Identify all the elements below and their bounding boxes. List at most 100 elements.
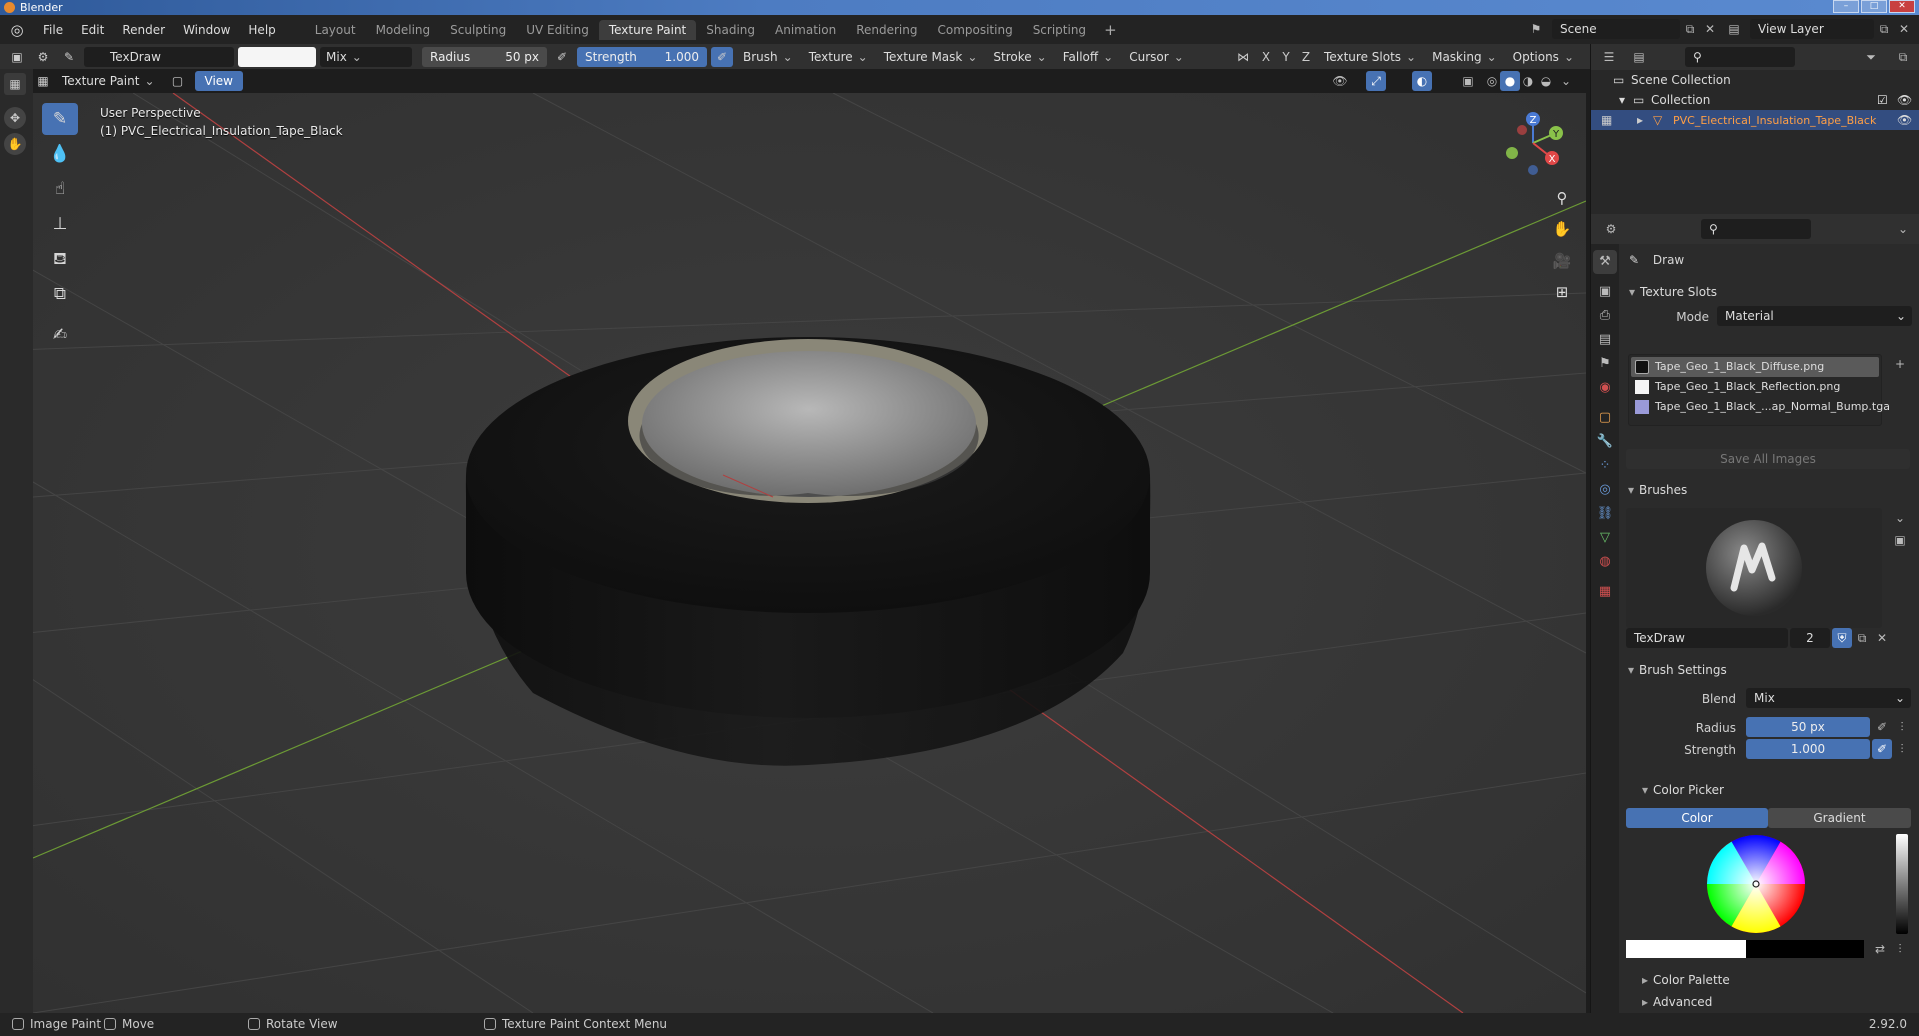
blend-dropdown[interactable]: Mix — [320, 46, 412, 67]
symmetry-icon[interactable]: ⋈ — [1232, 47, 1254, 67]
tab-modeling[interactable]: Modeling — [366, 20, 441, 40]
tab-sculpting[interactable]: Sculpting — [440, 20, 516, 40]
material-tab-icon[interactable]: ◍ — [1593, 550, 1617, 574]
delete-view-layer-icon[interactable]: ✕ — [1894, 19, 1914, 39]
menu-file[interactable]: File — [34, 23, 72, 37]
mask-tool-icon[interactable]: ⧉ — [42, 278, 78, 310]
brush-settings-panel[interactable]: Brush Settings — [1622, 658, 1915, 682]
visibility-eye-icon[interactable]: 👁 — [1897, 110, 1912, 130]
brush-menu[interactable]: Brush — [737, 47, 799, 67]
fake-user-shield-icon[interactable]: ⛨ — [1832, 628, 1852, 648]
masking-menu[interactable]: Masking — [1426, 47, 1503, 67]
brush-name-field[interactable]: TexDraw — [84, 46, 234, 67]
new-collection-icon[interactable]: ⧉ — [1893, 47, 1913, 67]
slot-mode-dropdown[interactable]: Material ⌄ — [1717, 306, 1912, 326]
outliner-search-field[interactable]: ⚲ — [1685, 47, 1795, 67]
view-layer-tab-icon[interactable]: ▤ — [1593, 328, 1617, 352]
falloff-menu[interactable]: Falloff — [1057, 47, 1120, 67]
strength-pressure-icon[interactable]: ✐ — [1872, 739, 1892, 759]
properties-options-icon[interactable]: ⌄ — [1893, 219, 1913, 239]
stroke-menu[interactable]: Stroke — [987, 47, 1052, 67]
properties-editor-icon[interactable]: ⚙ — [1601, 219, 1621, 239]
render-tab-icon[interactable]: ▣ — [1593, 280, 1617, 304]
tab-scripting[interactable]: Scripting — [1023, 20, 1096, 40]
exclude-checkbox-icon[interactable]: ☑ — [1877, 90, 1888, 110]
collection-row[interactable]: ▾ ▭ Collection ☑ 👁 — [1591, 90, 1919, 110]
radius-slider[interactable]: Radius 50 px — [422, 46, 547, 67]
pan-icon[interactable]: ✋ — [1549, 216, 1575, 242]
perspective-toggle-icon[interactable]: ⊞ — [1549, 279, 1575, 305]
object-tab-icon[interactable]: ▢ — [1593, 406, 1617, 430]
particles-tab-icon[interactable]: ⁘ — [1593, 454, 1617, 478]
tab-texture-paint[interactable]: Texture Paint — [598, 19, 697, 40]
brush-color-swatch[interactable] — [238, 46, 316, 67]
axis-z-toggle[interactable]: Z — [1298, 47, 1314, 67]
value-slider[interactable] — [1896, 834, 1908, 934]
editor-type-icon[interactable]: ▣ — [6, 47, 28, 67]
texture-mask-menu[interactable]: Texture Mask — [878, 47, 984, 67]
close-button[interactable]: ✕ — [1889, 0, 1915, 13]
color-palette-panel[interactable]: Color Palette — [1636, 968, 1919, 992]
navigation-gizmo[interactable]: Z Y X — [1496, 106, 1570, 180]
physics-tab-icon[interactable]: ◎ — [1593, 478, 1617, 502]
soften-tool-icon[interactable]: 💧 — [42, 138, 78, 170]
tab-animation[interactable]: Animation — [765, 20, 846, 40]
tab-layout[interactable]: Layout — [305, 20, 366, 40]
smear-tool-icon[interactable]: ☝ — [42, 173, 78, 205]
visibility-eye-icon[interactable]: 👁 — [1897, 90, 1912, 110]
brush-preview[interactable] — [1626, 508, 1882, 628]
tape-roll[interactable] — [465, 337, 1151, 766]
object-row[interactable]: ▦ ▸ ▽ PVC_Electrical_Insulation_Tape_Bla… — [1591, 110, 1919, 130]
fill-tool-icon[interactable]: ⛾ — [42, 243, 78, 275]
advanced-panel[interactable]: Advanced — [1636, 992, 1919, 1012]
tab-shading[interactable]: Shading — [696, 20, 765, 40]
menu-edit[interactable]: Edit — [72, 23, 113, 37]
strength-field[interactable]: 1.000 — [1746, 739, 1870, 759]
tool-settings-icon[interactable]: ⚙ — [32, 47, 54, 67]
radius-field[interactable]: 50 px — [1746, 717, 1870, 737]
axis-x-toggle[interactable]: X — [1258, 47, 1274, 67]
maximize-button[interactable]: □ — [1861, 0, 1887, 13]
color-wheel[interactable] — [1706, 834, 1806, 934]
tab-compositing[interactable]: Compositing — [927, 20, 1022, 40]
menu-window[interactable]: Window — [174, 23, 239, 37]
options-menu[interactable]: Options — [1507, 47, 1580, 67]
blend-dropdown[interactable]: Mix ⌄ — [1746, 688, 1911, 708]
new-view-layer-icon[interactable]: ⧉ — [1874, 19, 1894, 39]
gradient-tab[interactable]: Gradient — [1768, 808, 1911, 828]
mode-dropdown[interactable]: Texture Paint — [56, 71, 161, 91]
blender-menu-icon[interactable]: ◎ — [0, 21, 34, 39]
gizmo-toggle-icon[interactable]: ⤢ — [1366, 71, 1386, 91]
radius-pressure-icon[interactable]: ✐ — [551, 47, 573, 67]
delete-scene-icon[interactable]: ✕ — [1700, 19, 1720, 39]
scene-tab-icon[interactable]: ⚑ — [1593, 352, 1617, 376]
brush-name-field[interactable]: TexDraw — [1626, 628, 1788, 648]
strength-pressure-icon[interactable]: ✐ — [711, 46, 733, 67]
overlays-icon[interactable]: ◐ — [1412, 71, 1432, 91]
outliner-editor-icon[interactable]: ☰ — [1599, 47, 1619, 67]
scene-collection-row[interactable]: ▭ Scene Collection — [1591, 70, 1919, 90]
color-tab[interactable]: Color — [1626, 808, 1768, 828]
annotate-tool-icon[interactable]: ✍ — [42, 319, 78, 351]
menu-help[interactable]: Help — [239, 23, 284, 37]
3d-viewport[interactable] — [33, 93, 1586, 1013]
unlink-brush-icon[interactable]: ✕ — [1872, 628, 1892, 648]
axis-y-toggle[interactable]: Y — [1278, 47, 1294, 67]
list-item[interactable]: Tape_Geo_1_Black_Reflection.png — [1631, 377, 1879, 397]
strength-unit-icon[interactable]: ⫶ — [1892, 739, 1912, 759]
brushes-panel[interactable]: Brushes — [1622, 478, 1915, 502]
filter-icon[interactable]: ⏷ — [1861, 47, 1881, 67]
camera-view-icon[interactable]: 🎥 — [1549, 248, 1575, 274]
list-item[interactable]: Tape_Geo_1_Black_...ap_Normal_Bump.tga — [1631, 397, 1890, 417]
tab-uv-editing[interactable]: UV Editing — [516, 20, 599, 40]
strength-slider[interactable]: Strength 1.000 — [577, 46, 707, 67]
expand-arrow-icon[interactable]: ▸ — [1637, 110, 1643, 130]
shading-material-icon[interactable]: ◑ — [1518, 71, 1538, 91]
color-pressure-icon[interactable]: ⫶ — [1890, 939, 1910, 959]
tool-tab-icon[interactable]: ⚒ — [1593, 250, 1617, 274]
shading-options-icon[interactable]: ⌄ — [1556, 71, 1576, 91]
add-slot-icon[interactable]: + — [1890, 354, 1910, 374]
swap-colors-icon[interactable]: ⇄ — [1870, 939, 1890, 959]
brush-users-count[interactable]: 2 — [1790, 628, 1830, 648]
color-picker-panel[interactable]: Color Picker — [1636, 778, 1919, 802]
